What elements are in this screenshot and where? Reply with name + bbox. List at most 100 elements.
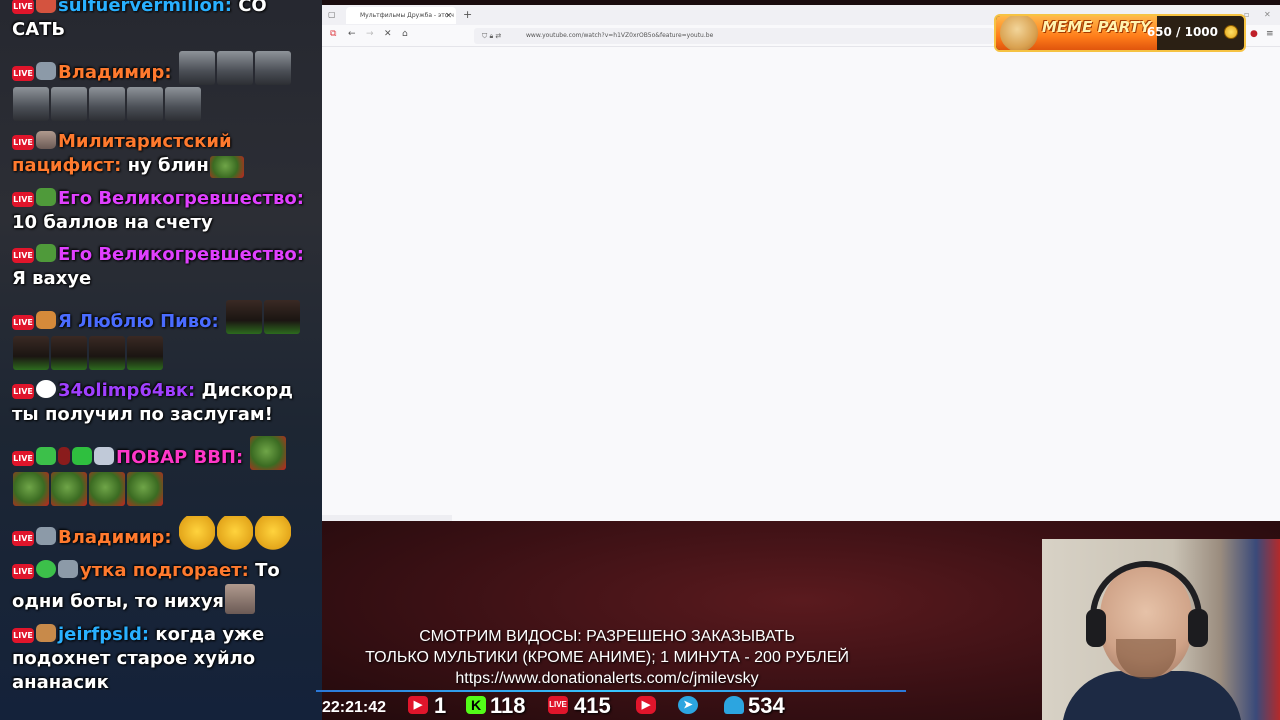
emote-icon xyxy=(51,336,87,370)
emote-icon xyxy=(178,51,215,85)
emote-icon xyxy=(13,472,49,506)
emote-icon xyxy=(224,584,255,614)
live-badge-icon: LIVE xyxy=(12,192,34,207)
emote-icon xyxy=(13,336,49,370)
avatar-icon xyxy=(36,311,56,329)
emote-icon xyxy=(89,336,125,370)
chat-username: Я Люблю Пиво: xyxy=(58,311,219,332)
avatar-icon xyxy=(36,131,56,149)
back-icon[interactable]: ← xyxy=(348,29,356,39)
headphones-icon xyxy=(1090,561,1202,641)
tab-active[interactable]: Мультфильмы Дружба - это ч ✕ xyxy=(346,7,456,24)
stats-divider xyxy=(316,690,906,692)
kick-viewers: 118 xyxy=(490,693,526,718)
url-bar[interactable]: ⛉ 🔒︎ ⇄ www.youtube.com/watch?v=h1VZ0xrOB… xyxy=(474,28,994,44)
emote-icon xyxy=(127,472,163,506)
avatar-icon xyxy=(36,188,56,206)
emote-icon xyxy=(209,156,244,178)
emote-icon xyxy=(254,516,291,550)
extension-icon[interactable]: ● xyxy=(1250,29,1258,39)
clock: 22:21:42 xyxy=(322,699,387,716)
emote-icon xyxy=(89,472,125,506)
chat-username: Его Великогревшество: xyxy=(58,244,304,265)
doge-icon xyxy=(1000,16,1038,50)
avatar-icon xyxy=(36,447,56,465)
telegram-subscribers: 534 xyxy=(748,693,785,718)
live-badge-icon: LIVE xyxy=(12,66,34,81)
meme-party-title: MEME PARTY xyxy=(1042,18,1151,36)
live-badge-icon: LIVE xyxy=(12,248,34,263)
new-tab-icon[interactable]: + xyxy=(463,8,472,21)
live-badge-icon: LIVE xyxy=(12,628,34,643)
emote-icon xyxy=(127,336,163,370)
emote-icon xyxy=(264,300,301,334)
emote-icon xyxy=(127,87,163,121)
user-icon xyxy=(724,696,744,714)
avatar-icon xyxy=(94,447,114,465)
avatar-icon xyxy=(36,62,56,80)
chat-username: Владимир: xyxy=(58,62,172,83)
notice-line: ТОЛЬКО МУЛЬТИКИ (КРОМЕ АНИМЕ); 1 МИНУТА … xyxy=(365,649,849,666)
emote-icon xyxy=(226,300,263,334)
status-bar xyxy=(322,515,452,521)
emote-icon xyxy=(51,87,87,121)
donation-link: https://www.donationalerts.com/c/jmilevs… xyxy=(455,670,759,687)
headphone-ear-right xyxy=(1188,609,1208,647)
chat-message: LIVE jeirfpsld: когда уже подохнет старое… xyxy=(12,623,314,690)
chat-username: jeirfpsld: xyxy=(58,624,150,645)
live-badge-icon: LIVE xyxy=(12,531,34,546)
chat-username: ПОВАР ВВП: xyxy=(116,447,244,468)
emote-icon xyxy=(178,516,215,550)
youtube-icon: ▶ xyxy=(408,696,428,714)
avatar-icon xyxy=(36,560,56,578)
browser-window: ▢ Мультфильмы Дружба - это ч ✕ + ⌄ – ▫ ✕… xyxy=(322,5,1280,521)
chat-username: Владимир: xyxy=(58,527,172,548)
avatar-icon xyxy=(58,447,70,465)
chat-message: LIVE Владимир: xyxy=(12,50,314,122)
meme-party-count: 650 / 1000 xyxy=(1146,25,1218,39)
url-text: www.youtube.com/watch?v=h1VZ0xrOB5o&feat… xyxy=(526,32,714,39)
window-list-icon[interactable]: ▢ xyxy=(328,10,336,19)
chat-username: утка подгорает: xyxy=(80,560,249,581)
coin-icon xyxy=(1224,25,1238,39)
sidebar-icon[interactable]: ⧉ xyxy=(330,29,336,39)
kick-icon: K xyxy=(466,696,486,714)
chat-username: Его Великогревшество: xyxy=(58,188,304,209)
live-badge-icon: LIVE xyxy=(12,384,34,399)
menu-icon[interactable]: ≡ xyxy=(1266,29,1274,39)
shield-icon[interactable]: ⛉ 🔒︎ ⇄ xyxy=(482,28,501,44)
chat-panel: LIVE sulfuervermilion: СО САТЬ LIVE Владим… xyxy=(0,0,322,690)
avatar-icon xyxy=(36,527,56,545)
emote-icon xyxy=(254,51,291,85)
close-icon[interactable]: ✕ xyxy=(445,7,452,24)
avatar-icon xyxy=(36,624,56,642)
vk-live-viewers: 415 xyxy=(574,693,611,718)
live-badge-icon: LIVE xyxy=(12,135,34,150)
avatar-icon xyxy=(36,244,56,262)
emote-icon xyxy=(250,436,287,470)
chat-message: LIVE 34olimp64вк: Дискорд ты получил по з… xyxy=(12,379,314,427)
close-window-icon[interactable]: ✕ xyxy=(1264,10,1271,19)
chat-message: LIVE Его Великогревшество: 10 баллов на с… xyxy=(12,187,314,235)
forward-icon[interactable]: → xyxy=(366,29,374,39)
chat-message: LIVE sulfuervermilion: СО САТЬ xyxy=(12,0,314,42)
avatar-icon xyxy=(36,0,56,13)
headphone-ear-left xyxy=(1086,609,1106,647)
live-badge-icon: LIVE xyxy=(12,0,34,14)
live-badge-icon: LIVE xyxy=(12,564,34,579)
telegram-icon: ➤ xyxy=(678,696,698,714)
emote-icon xyxy=(165,87,201,121)
emote-icon xyxy=(89,87,125,121)
rutube-play-icon: ▶ xyxy=(636,696,656,714)
chat-message: LIVE Я Люблю Пиво: xyxy=(12,299,314,371)
emote-icon xyxy=(216,516,253,550)
gift-icon xyxy=(72,447,92,465)
meme-party-widget: MEME PARTY 650 / 1000 xyxy=(994,14,1246,52)
tab-title: Мультфильмы Дружба - это ч xyxy=(360,12,454,19)
stop-loading-icon[interactable]: ✕ xyxy=(384,29,392,39)
chat-message: LIVE ПОВАР ВВП: xyxy=(12,435,314,507)
youtube-viewers: 1 xyxy=(434,693,447,718)
chat-username: 34olimp64вк: xyxy=(58,380,196,401)
home-icon[interactable]: ⌂ xyxy=(402,29,408,39)
emote-icon xyxy=(216,51,253,85)
